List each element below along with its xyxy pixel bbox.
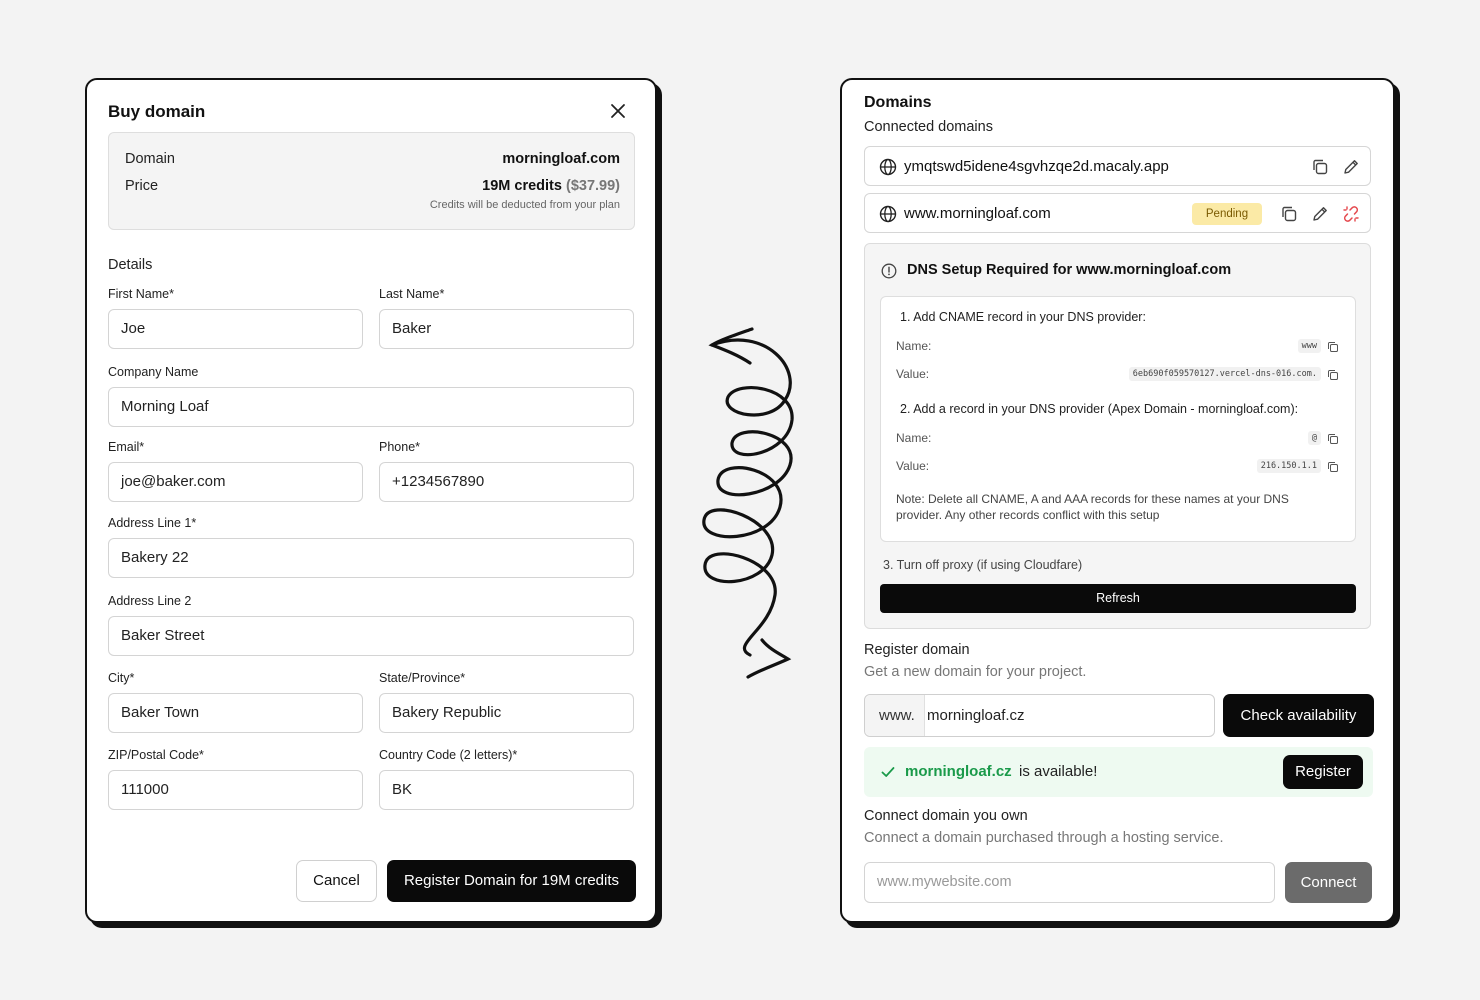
dns-setup-title: DNS Setup Required for www.morningloaf.c… — [907, 262, 1232, 278]
first-name-label: First Name* — [108, 287, 174, 301]
a-value-value: 216.150.1.1 — [1256, 459, 1321, 473]
connected-domains-title: Connected domains — [864, 119, 993, 135]
availability-result: morningloaf.cz is available! Register — [864, 747, 1373, 797]
available-domain-name: morningloaf.cz — [905, 763, 1012, 780]
swirl-arrow-icon — [702, 327, 794, 679]
phone-label: Phone* — [379, 440, 421, 454]
domains-title: Domains — [864, 94, 932, 111]
dns-setup-box: DNS Setup Required for www.morningloaf.c… — [864, 243, 1371, 629]
copy-icon[interactable] — [1280, 205, 1298, 223]
connected-domain-row: www.morningloaf.com Pending — [864, 193, 1371, 233]
city-input[interactable]: Baker Town — [108, 693, 363, 733]
connect-domain-subtitle: Connect a domain purchased through a hos… — [864, 830, 1224, 846]
address1-label: Address Line 1* — [108, 516, 197, 530]
cname-name-label: Name: — [896, 339, 932, 353]
www-prefix: www. — [865, 695, 925, 736]
details-heading: Details — [108, 257, 153, 273]
cname-value-label: Value: — [896, 367, 930, 381]
price-value: 19M credits ($37.99) — [482, 178, 620, 194]
register-domain-subtitle: Get a new domain for your project. — [864, 664, 1087, 680]
country-label: Country Code (2 letters)* — [379, 748, 518, 762]
copy-icon[interactable] — [1327, 369, 1339, 381]
order-summary: Domain morningloaf.com Price 19M credits… — [108, 132, 635, 230]
connect-domain-title: Connect domain you own — [864, 808, 1028, 824]
domains-panel: Domains Connected domains ymqtswd5idene4… — [840, 78, 1395, 923]
last-name-input[interactable]: Baker — [379, 309, 634, 349]
close-icon[interactable] — [607, 100, 629, 122]
available-text: is available! — [1019, 763, 1098, 780]
edit-pencil-icon[interactable] — [1311, 205, 1329, 223]
zip-label: ZIP/Postal Code* — [108, 748, 204, 762]
check-icon — [881, 767, 895, 777]
address1-input[interactable]: Bakery 22 — [108, 538, 634, 578]
pending-status-badge: Pending — [1192, 203, 1262, 225]
first-name-input[interactable]: Joe — [108, 309, 363, 349]
globe-icon — [879, 158, 897, 176]
copy-icon[interactable] — [1311, 158, 1329, 176]
dns-note: Note: Delete all CNAME, A and AAA record… — [896, 492, 1289, 522]
cname-name-value: www — [1297, 339, 1321, 353]
register-domain-input[interactable]: www. morningloaf.cz — [864, 694, 1215, 737]
register-button[interactable]: Register — [1283, 755, 1363, 789]
city-label: City* — [108, 671, 135, 685]
email-label: Email* — [108, 440, 145, 454]
address2-input[interactable]: Baker Street — [108, 616, 634, 656]
unlink-icon[interactable] — [1342, 205, 1360, 223]
zip-input[interactable]: 111000 — [108, 770, 363, 810]
state-input[interactable]: Bakery Republic — [379, 693, 634, 733]
step-1-text: 1. Add CNAME record in your DNS provider… — [900, 310, 1146, 324]
register-domain-button[interactable]: Register Domain for 19M credits — [387, 860, 636, 902]
step-2-text: 2. Add a record in your DNS provider (Ap… — [900, 402, 1299, 416]
dns-records: 1. Add CNAME record in your DNS provider… — [880, 296, 1356, 542]
connect-domain-input[interactable]: www.mywebsite.com — [864, 862, 1275, 903]
refresh-button[interactable]: Refresh — [880, 584, 1356, 613]
register-domain-value[interactable]: morningloaf.cz — [927, 695, 1025, 736]
cname-value-value: 6eb690f059570127.vercel-dns-016.com. — [1128, 367, 1321, 381]
address2-label: Address Line 2 — [108, 594, 192, 608]
a-name-value: @ — [1307, 431, 1321, 445]
domain-name: ymqtswd5idene4sgvhzqe2d.macaly.app — [904, 158, 1169, 175]
copy-icon[interactable] — [1327, 461, 1339, 473]
domain-value: morningloaf.com — [502, 151, 620, 167]
buy-domain-modal: Buy domain Domain morningloaf.com Price … — [85, 78, 657, 923]
email-input[interactable]: joe@baker.com — [108, 462, 363, 502]
state-label: State/Province* — [379, 671, 466, 685]
price-money: ($37.99) — [565, 178, 620, 194]
cancel-button[interactable]: Cancel — [296, 860, 377, 902]
copy-icon[interactable] — [1327, 341, 1339, 353]
copy-icon[interactable] — [1327, 433, 1339, 445]
register-domain-title: Register domain — [864, 642, 970, 658]
price-note: Credits will be deducted from your plan — [429, 199, 620, 211]
globe-icon — [879, 205, 897, 223]
info-icon — [881, 263, 897, 279]
last-name-label: Last Name* — [379, 287, 445, 301]
connected-domain-row: ymqtswd5idene4sgvhzqe2d.macaly.app — [864, 146, 1371, 186]
modal-title: Buy domain — [108, 102, 206, 121]
country-input[interactable]: BK — [379, 770, 634, 810]
check-availability-button[interactable]: Check availability — [1223, 694, 1374, 737]
domain-label: Domain — [125, 151, 175, 167]
price-credits: 19M credits — [482, 178, 562, 194]
price-label: Price — [125, 178, 159, 194]
phone-input[interactable]: +1234567890 — [379, 462, 634, 502]
a-name-label: Name: — [896, 431, 932, 445]
a-value-label: Value: — [896, 459, 930, 473]
step-3-text: 3. Turn off proxy (if using Cloudfare) — [883, 558, 1083, 572]
company-input[interactable]: Morning Loaf — [108, 387, 634, 427]
domain-name: www.morningloaf.com — [904, 205, 1051, 222]
edit-pencil-icon[interactable] — [1342, 158, 1360, 176]
company-label: Company Name — [108, 365, 199, 379]
connect-button[interactable]: Connect — [1285, 862, 1372, 903]
